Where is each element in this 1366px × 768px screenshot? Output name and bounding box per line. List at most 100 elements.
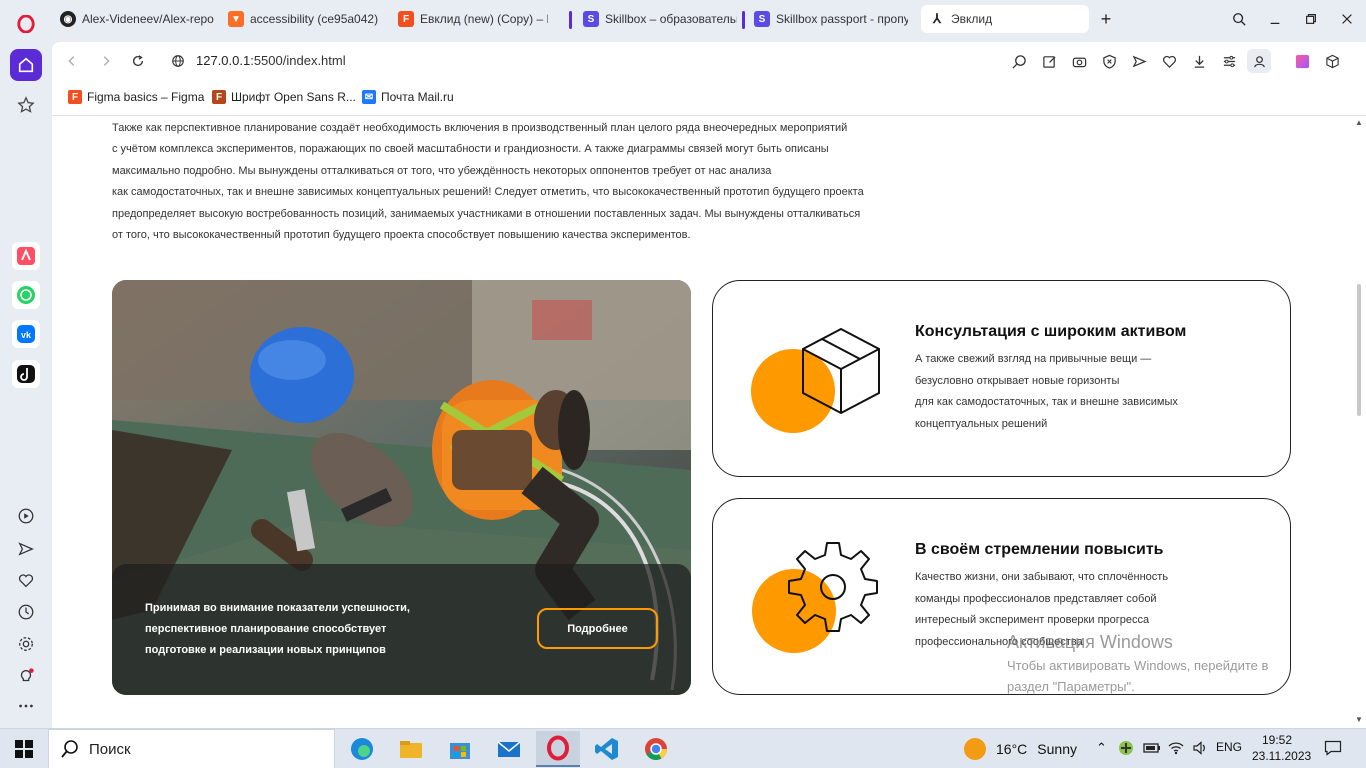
tab-figma[interactable]: F Евклид (new) (Copy) – Fig <box>390 5 556 33</box>
back-icon[interactable] <box>62 51 82 71</box>
taskbar-search[interactable]: Поиск <box>48 729 335 768</box>
chrome-icon[interactable] <box>634 731 678 767</box>
tab-gitlab[interactable]: ▼ accessibility (ce95a042) · G <box>220 5 390 33</box>
speed-dial-star-icon[interactable] <box>10 89 42 121</box>
feature-desc-line: А также свежий взгляд на привычные вещи … <box>915 353 1152 365</box>
tab-label: Skillbox – образовательн <box>605 12 737 26</box>
hero-card: Принимая во внимание показатели успешнос… <box>112 280 691 695</box>
home-icon[interactable] <box>10 49 42 81</box>
tab-skillbox-passport[interactable]: S Skillbox passport - пропу <box>746 5 916 33</box>
edit-icon[interactable] <box>1039 51 1059 71</box>
url-path: :5500/index.html <box>250 53 346 68</box>
file-explorer-icon[interactable] <box>389 731 433 767</box>
weather-temp: 16°C <box>996 741 1028 757</box>
notifications-icon[interactable] <box>1324 740 1342 759</box>
url-field[interactable]: 127.0.0.1:5500/index.html <box>196 53 346 68</box>
tab-bar: ◉ Alex-Videneev/Alex-repos ▼ accessibili… <box>52 0 1366 38</box>
tab-evklid[interactable]: ⅄ Эвклид <box>921 5 1089 33</box>
extensions-cube-icon[interactable] <box>1322 51 1342 71</box>
watermark-subtitle: Чтобы активировать Windows, перейдите в … <box>1007 655 1268 697</box>
tab-label: Alex-Videneev/Alex-repos <box>82 12 214 26</box>
send-icon[interactable] <box>14 537 38 561</box>
vscode-icon[interactable] <box>585 731 629 767</box>
page-viewport: Также как перспективное планирование соз… <box>52 116 1366 728</box>
hero-caption-line: подготовке и реализации новых принципов <box>145 644 386 656</box>
easy-setup-icon[interactable] <box>1219 51 1239 71</box>
feature-desc-line: концептуальных решений <box>915 417 1048 430</box>
site-info-globe-icon[interactable] <box>168 51 188 71</box>
clock[interactable]: 19:52 23.11.2023 <box>1252 732 1311 764</box>
reload-icon[interactable] <box>128 51 148 71</box>
font-icon: F <box>212 90 226 104</box>
more-icon[interactable] <box>14 694 38 718</box>
restore-icon[interactable] <box>1300 8 1322 30</box>
opera-taskbar-icon[interactable] <box>536 731 580 767</box>
language-indicator[interactable]: ENG <box>1216 740 1242 754</box>
bookmark-font[interactable]: F Шрифт Open Sans R... <box>212 90 356 104</box>
player-icon[interactable] <box>14 504 38 528</box>
flow-send-icon[interactable] <box>1129 51 1149 71</box>
tab-skillbox[interactable]: S Skillbox – образовательн <box>575 5 745 33</box>
windows-logo-icon <box>15 740 33 758</box>
profile-icon[interactable] <box>1247 49 1271 73</box>
clock-time: 19:52 <box>1261 733 1293 747</box>
favorite-heart-icon[interactable] <box>1159 51 1179 71</box>
box-icon <box>751 327 880 433</box>
tab-label: Эвклид <box>951 12 993 26</box>
tab-group-indicator <box>569 11 572 29</box>
address-bar: 127.0.0.1:5500/index.html <box>52 42 1366 80</box>
url-host: 127.0.0.1 <box>196 53 251 68</box>
tips-bulb-icon[interactable] <box>14 664 38 688</box>
tab-github[interactable]: ◉ Alex-Videneev/Alex-repos <box>52 5 222 33</box>
bookmark-figma[interactable]: F Figma basics – Figma <box>68 90 204 104</box>
windows-activation-watermark: Активация Windows Чтобы активировать Win… <box>1007 632 1268 697</box>
microsoft-store-icon[interactable] <box>438 731 482 767</box>
adblock-shield-icon[interactable] <box>1099 51 1119 71</box>
weather-text: Sunny <box>1037 741 1077 757</box>
mail-app-icon[interactable] <box>487 731 531 767</box>
page-scrollbar[interactable]: ▲ ▼ <box>1352 116 1366 728</box>
hero-overlay: Принимая во внимание показатели успешнос… <box>112 564 691 695</box>
whatsapp-icon[interactable] <box>12 281 40 309</box>
opera-logo-icon[interactable] <box>10 8 42 40</box>
extension-gradient-icon[interactable] <box>1292 51 1312 71</box>
tray-app-icon[interactable] <box>1118 740 1134 759</box>
settings-icon[interactable] <box>14 632 38 656</box>
close-icon[interactable] <box>1336 8 1358 30</box>
tiktok-icon[interactable] <box>12 360 40 388</box>
vk-icon[interactable]: vk <box>12 320 40 348</box>
sun-icon <box>964 738 986 760</box>
watermark-line: Чтобы активировать Windows, перейдите в <box>1007 658 1269 673</box>
heart-icon[interactable] <box>14 569 38 593</box>
wifi-icon[interactable] <box>1168 740 1184 759</box>
bookmark-mail[interactable]: ✉ Почта Mail.ru <box>362 90 454 104</box>
search-page-icon[interactable] <box>1009 51 1029 71</box>
search-tabs-icon[interactable] <box>1228 8 1250 30</box>
volume-icon[interactable] <box>1192 740 1208 759</box>
bookmark-label: Почта Mail.ru <box>381 90 454 104</box>
search-icon <box>61 740 78 758</box>
bookmark-label: Шрифт Open Sans R... <box>231 90 356 104</box>
edge-icon[interactable] <box>340 731 384 767</box>
tray-chevron-up-icon[interactable]: ⌃ <box>1096 740 1107 756</box>
new-tab-button[interactable]: + <box>1096 9 1116 29</box>
more-details-button[interactable]: Подробнее <box>537 608 658 649</box>
scroll-up-arrow-icon[interactable]: ▲ <box>1355 119 1363 127</box>
download-icon[interactable] <box>1189 51 1209 71</box>
start-button[interactable] <box>0 729 48 768</box>
history-icon[interactable] <box>14 600 38 624</box>
scroll-thumb[interactable] <box>1357 284 1361 416</box>
battery-icon[interactable] <box>1143 740 1161 759</box>
forward-icon[interactable] <box>96 51 116 71</box>
intro-line: как самодостаточных, так и внешне зависи… <box>112 186 864 199</box>
scroll-down-arrow-icon[interactable]: ▼ <box>1355 716 1363 724</box>
watermark-title: Активация Windows <box>1007 632 1173 652</box>
minimize-icon[interactable] <box>1264 8 1286 30</box>
snapshot-camera-icon[interactable] <box>1069 51 1089 71</box>
weather-widget[interactable]: 16°C Sunny <box>964 738 1077 760</box>
intro-paragraph: Также как перспективное планирование соз… <box>112 118 952 246</box>
skillbox-icon: S <box>754 11 770 27</box>
feature-description: А также свежий взгляд на привычные вещи … <box>915 349 1178 435</box>
aria-icon[interactable] <box>12 242 40 270</box>
tab-label: Skillbox passport - пропу <box>776 12 908 26</box>
